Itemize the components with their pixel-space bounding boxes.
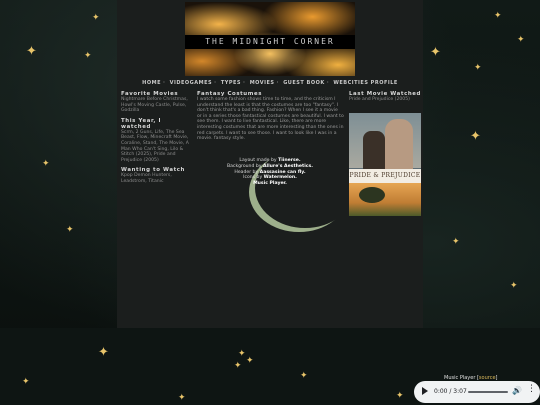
star-icon: ✦ bbox=[430, 45, 441, 60]
nav-guest-book[interactable]: GUEST BOOK bbox=[283, 80, 325, 86]
right-column: Last Movie Watched Pride and Prejudice (… bbox=[349, 91, 421, 107]
nav-types[interactable]: TYPES bbox=[221, 80, 241, 86]
poster-figure-woman bbox=[385, 119, 413, 171]
more-options-icon[interactable]: ⋮ bbox=[527, 385, 536, 394]
star-icon: ✦ bbox=[494, 11, 502, 21]
this-year-text: Scrm, 2 Guns, Life, The Sea Beast, Flow,… bbox=[121, 129, 189, 163]
star-icon: ✦ bbox=[178, 393, 186, 403]
play-icon[interactable] bbox=[422, 387, 428, 395]
star-icon: ✦ bbox=[92, 13, 100, 23]
audio-time: 0:00 / 3:07 bbox=[434, 388, 467, 395]
poster-title: PRIDE & PREJUDICE bbox=[349, 169, 421, 183]
star-icon: ✦ bbox=[22, 377, 30, 387]
nav-movies[interactable]: MOVIES bbox=[250, 80, 275, 86]
post-body: I watch some fashion shows time to time,… bbox=[197, 97, 344, 142]
nav-home[interactable]: HOME bbox=[142, 80, 161, 86]
this-year-heading: This Year, I watched bbox=[121, 117, 162, 130]
nav-webcities-profile[interactable]: WEBCITIES PROFILE bbox=[333, 80, 397, 86]
star-icon: ✦ bbox=[396, 391, 404, 401]
star-icon: ✦ bbox=[474, 63, 482, 73]
star-icon: ✦ bbox=[510, 281, 518, 291]
star-icon: ✦ bbox=[452, 237, 460, 247]
left-column: Favorite Movies Nightmare Before Christm… bbox=[121, 91, 191, 189]
star-icon: ✦ bbox=[66, 225, 74, 235]
star-icon: ✦ bbox=[300, 371, 308, 381]
main-nav: HOME · VIDEOGAMES · TYPES · MOVIES · GUEST B… bbox=[142, 80, 398, 86]
star-icon: ✦ bbox=[84, 51, 92, 61]
middle-column: Fantasy Costumes I watch some fashion sh… bbox=[197, 91, 344, 146]
credits: Layout made by Tiinerse. Background by A… bbox=[210, 158, 330, 187]
last-movie-title: Pride and Prejudice (2005) bbox=[349, 97, 410, 102]
wanting-text: Kpop Demon Hunters, Leadstrom, Titanic bbox=[121, 173, 172, 184]
audio-player: 0:00 / 3:07 🔊 ⋮ bbox=[414, 381, 540, 403]
favorite-movies-text: Nightmare Before Christmas, Howl's Movin… bbox=[121, 97, 188, 114]
header-banner: THE MIDNIGHT CORNER bbox=[185, 2, 355, 76]
movie-poster: PRIDE & PREJUDICE bbox=[349, 113, 421, 216]
audio-progress-bar[interactable] bbox=[468, 391, 508, 393]
star-icon: ✦ bbox=[238, 349, 246, 359]
nav-videogames[interactable]: VIDEOGAMES bbox=[170, 80, 213, 86]
star-icon: ✦ bbox=[234, 361, 242, 371]
star-icon: ✦ bbox=[517, 35, 525, 45]
site-title: THE MIDNIGHT CORNER bbox=[205, 37, 335, 46]
poster-figure-man bbox=[363, 131, 385, 171]
star-icon: ✦ bbox=[26, 44, 37, 59]
star-icon: ✦ bbox=[246, 356, 254, 366]
star-icon: ✦ bbox=[42, 159, 50, 169]
star-icon: ✦ bbox=[98, 345, 109, 360]
poster-tree bbox=[359, 187, 385, 203]
credit-music-player: Music Player. bbox=[253, 181, 287, 187]
star-icon: ✦ bbox=[470, 129, 481, 144]
volume-icon[interactable]: 🔊 bbox=[512, 387, 522, 395]
